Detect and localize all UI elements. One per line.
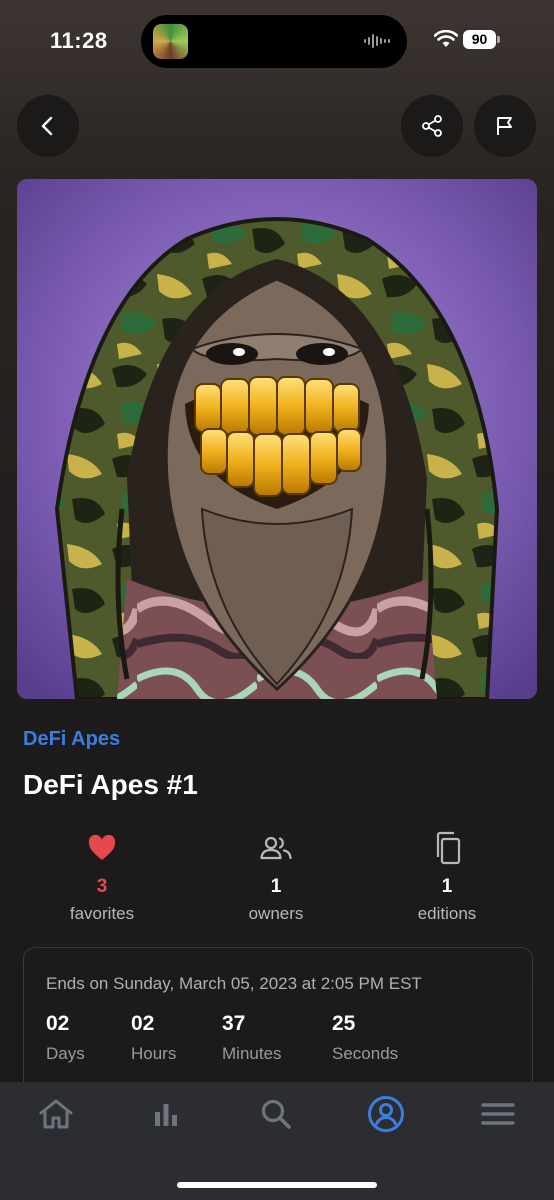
- countdown-hours: 02 Hours: [131, 1012, 176, 1064]
- editions-count: 1: [441, 876, 453, 897]
- heart-icon[interactable]: [88, 835, 116, 861]
- now-playing-thumbnail: [153, 24, 188, 59]
- owners-count: 1: [270, 876, 282, 897]
- audio-wave-icon: [364, 34, 390, 48]
- editions-label: editions: [417, 904, 477, 923]
- tab-stats[interactable]: [146, 1094, 186, 1134]
- wifi-icon: [434, 30, 458, 47]
- people-icon: [260, 836, 292, 860]
- nft-title: DeFi Apes #1: [23, 769, 198, 800]
- countdown-days: 02 Days: [46, 1012, 85, 1064]
- owners-label: owners: [248, 904, 304, 923]
- status-time: 11:28: [50, 28, 108, 53]
- hours-value: 02: [131, 1012, 155, 1035]
- seconds-value: 25: [332, 1012, 356, 1035]
- editions-stat[interactable]: 1 editions: [372, 830, 522, 924]
- search-icon: [261, 1099, 291, 1129]
- days-label: Days: [46, 1044, 85, 1063]
- share-button[interactable]: [401, 95, 463, 157]
- hours-label: Hours: [131, 1044, 177, 1063]
- ape-illustration: [17, 179, 537, 699]
- share-icon: [422, 115, 442, 137]
- countdown-seconds: 25 Seconds: [332, 1012, 398, 1064]
- copy-icon: [436, 831, 461, 865]
- report-button[interactable]: [474, 95, 536, 157]
- seconds-label: Seconds: [332, 1044, 399, 1063]
- battery-indicator: 90: [463, 30, 496, 49]
- nft-artwork[interactable]: [17, 179, 537, 699]
- minutes-value: 37: [222, 1012, 246, 1035]
- stats-icon: [155, 1104, 177, 1126]
- flag-icon: [497, 117, 512, 135]
- tab-home[interactable]: [36, 1094, 76, 1134]
- status-bar: 11:28 90: [0, 0, 554, 80]
- favorites-count: 3: [96, 876, 108, 897]
- auction-end-date: Ends on Sunday, March 05, 2023 at 2:05 P…: [46, 974, 422, 993]
- favorites-label: favorites: [69, 904, 135, 923]
- profile-icon: [368, 1096, 404, 1132]
- back-button[interactable]: [17, 95, 79, 157]
- chevron-left-icon: [41, 116, 53, 136]
- battery-tip: [497, 36, 500, 43]
- tab-menu[interactable]: [478, 1094, 518, 1134]
- tab-search[interactable]: [256, 1094, 296, 1134]
- favorites-stat[interactable]: 3 favorites: [27, 830, 177, 924]
- countdown-minutes: 37 Minutes: [222, 1012, 282, 1064]
- home-icon: [39, 1099, 73, 1129]
- dynamic-island: [141, 15, 407, 68]
- owners-stat[interactable]: 1 owners: [201, 830, 351, 924]
- minutes-label: Minutes: [222, 1044, 282, 1063]
- menu-icon: [481, 1103, 515, 1125]
- tab-profile[interactable]: [366, 1094, 406, 1134]
- home-indicator[interactable]: [177, 1182, 377, 1188]
- collection-link[interactable]: DeFi Apes: [23, 728, 120, 751]
- days-value: 02: [46, 1012, 70, 1035]
